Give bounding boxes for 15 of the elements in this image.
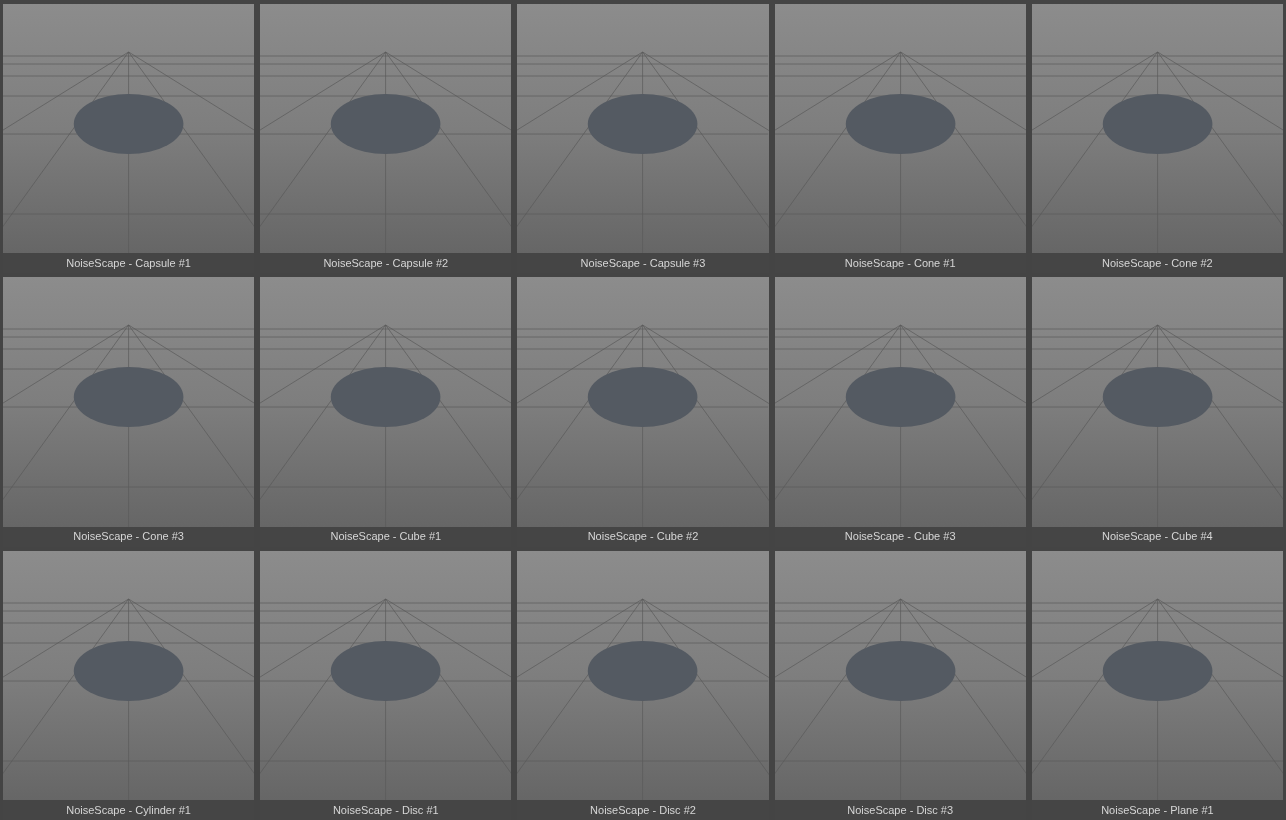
- render-thumbnail[interactable]: [3, 4, 255, 254]
- render-thumbnail[interactable]: [1031, 277, 1283, 527]
- render-thumbnail[interactable]: [774, 4, 1026, 254]
- render-thumbnail[interactable]: [517, 277, 769, 527]
- render-thumbnail[interactable]: [3, 550, 255, 800]
- render-thumbnail[interactable]: [1031, 550, 1283, 800]
- render-thumbnail[interactable]: [1031, 4, 1283, 254]
- render-thumbnail[interactable]: [260, 277, 512, 527]
- render-thumbnail[interactable]: [774, 277, 1026, 527]
- render-thumbnail[interactable]: [260, 550, 512, 800]
- render-thumbnail[interactable]: [517, 4, 769, 254]
- render-thumbnail[interactable]: [517, 550, 769, 800]
- render-thumbnail[interactable]: [774, 550, 1026, 800]
- render-thumbnail[interactable]: [3, 277, 255, 527]
- render-thumbnail[interactable]: [260, 4, 512, 254]
